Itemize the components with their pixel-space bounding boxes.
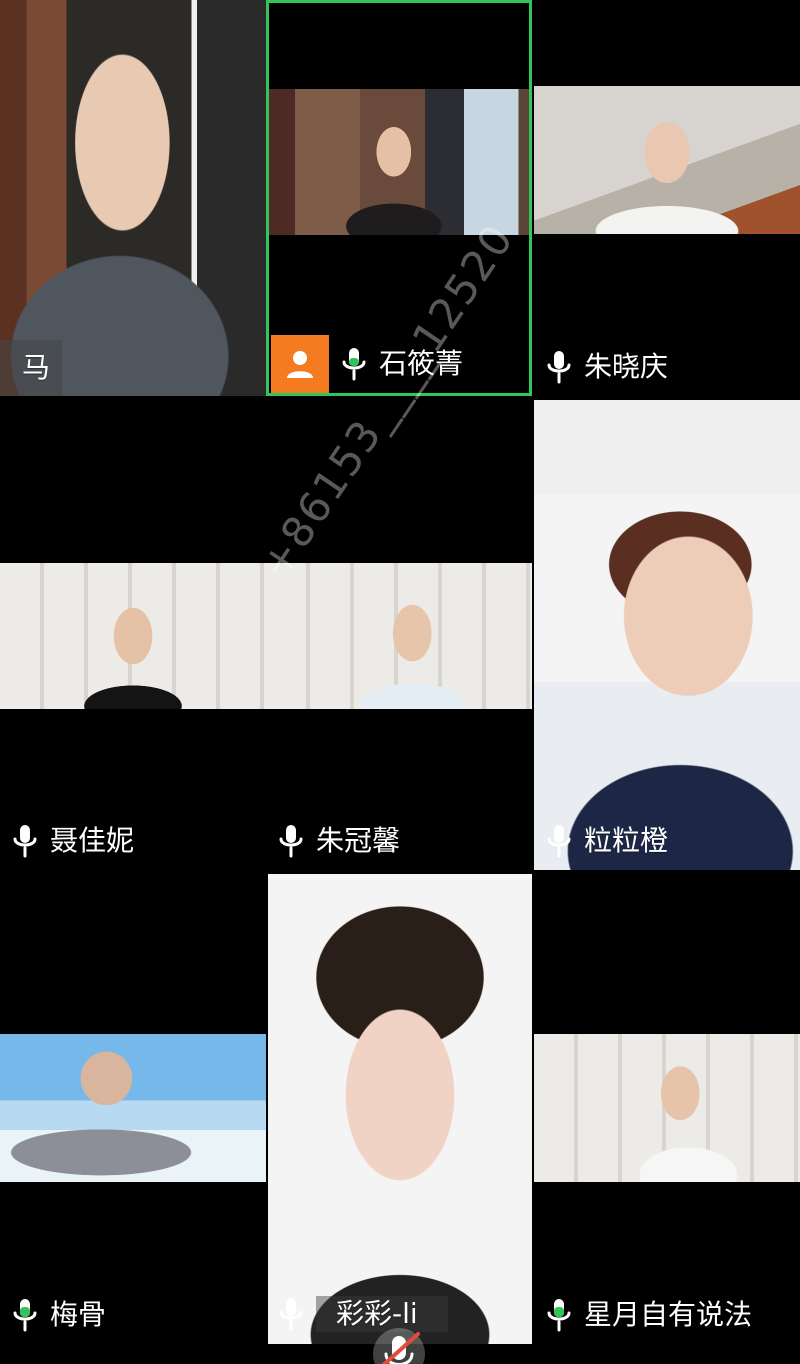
participant-video bbox=[266, 563, 532, 709]
participant-video bbox=[268, 874, 532, 1344]
participant-video bbox=[534, 1034, 800, 1182]
participant-video bbox=[269, 89, 529, 235]
muted-microphone-icon bbox=[373, 1328, 425, 1364]
mute-toggle-button[interactable] bbox=[372, 1324, 426, 1364]
participant-label: 星月自有说法 bbox=[546, 1298, 752, 1332]
microphone-icon bbox=[279, 1298, 303, 1331]
microphone-icon bbox=[279, 825, 303, 858]
participant-video bbox=[534, 400, 800, 870]
participant-name: 星月自有说法 bbox=[584, 1298, 753, 1331]
participant-tile-zhu-xiaoqing[interactable]: 朱晓庆 bbox=[532, 0, 800, 396]
participant-name: 聂佳妮 bbox=[50, 824, 135, 857]
participant-name: 粒粒橙 bbox=[584, 824, 669, 857]
participant-label: 梅骨 bbox=[12, 1298, 106, 1332]
participant-label: 粒粒橙 bbox=[546, 824, 668, 858]
participant-video bbox=[0, 1034, 266, 1182]
participant-video bbox=[0, 0, 266, 396]
participant-name: 梅骨 bbox=[50, 1298, 107, 1331]
participant-tile-meigu[interactable]: 梅骨 bbox=[0, 874, 266, 1344]
avatar-badge bbox=[271, 335, 329, 393]
participant-tile-xingyue[interactable]: 星月自有说法 bbox=[532, 874, 800, 1344]
participant-tile-ma[interactable]: 马 bbox=[0, 0, 266, 396]
participant-name: 石筱菁 bbox=[379, 347, 464, 380]
participant-name: 朱晓庆 bbox=[584, 350, 669, 383]
participant-video bbox=[0, 563, 266, 709]
microphone-icon bbox=[13, 825, 37, 858]
microphone-speaking-icon bbox=[547, 1299, 571, 1332]
participant-label: 朱冠馨 bbox=[278, 824, 400, 858]
participant-name: 朱冠馨 bbox=[316, 824, 401, 857]
participant-label: 聂佳妮 bbox=[12, 824, 134, 858]
participant-tile-caicai-li[interactable]: 彩彩-li bbox=[266, 874, 532, 1344]
participant-tile-zhu-guanxin[interactable]: 朱冠馨 bbox=[266, 400, 532, 870]
participant-tile-shi-xiaojing[interactable]: 石筱菁 bbox=[266, 0, 532, 396]
microphone-icon bbox=[342, 348, 366, 381]
participant-tile-lilicheng[interactable]: 粒粒橙 bbox=[532, 400, 800, 870]
microphone-icon bbox=[547, 825, 571, 858]
participant-label: 石筱菁 bbox=[341, 347, 463, 381]
participant-name: 马 bbox=[22, 351, 51, 384]
microphone-speaking-icon bbox=[13, 1299, 37, 1332]
user-icon bbox=[287, 351, 313, 378]
video-grid: 马 石筱菁 朱晓庆 聂佳妮 朱冠馨 粒粒橙 梅骨 彩彩-li 星月自有说法 bbox=[0, 0, 800, 1364]
participant-label: 马 bbox=[0, 340, 63, 396]
participant-tile-nie-jiani[interactable]: 聂佳妮 bbox=[0, 400, 266, 870]
participant-video bbox=[534, 86, 800, 234]
microphone-icon bbox=[547, 351, 571, 384]
participant-label: 朱晓庆 bbox=[546, 350, 668, 384]
